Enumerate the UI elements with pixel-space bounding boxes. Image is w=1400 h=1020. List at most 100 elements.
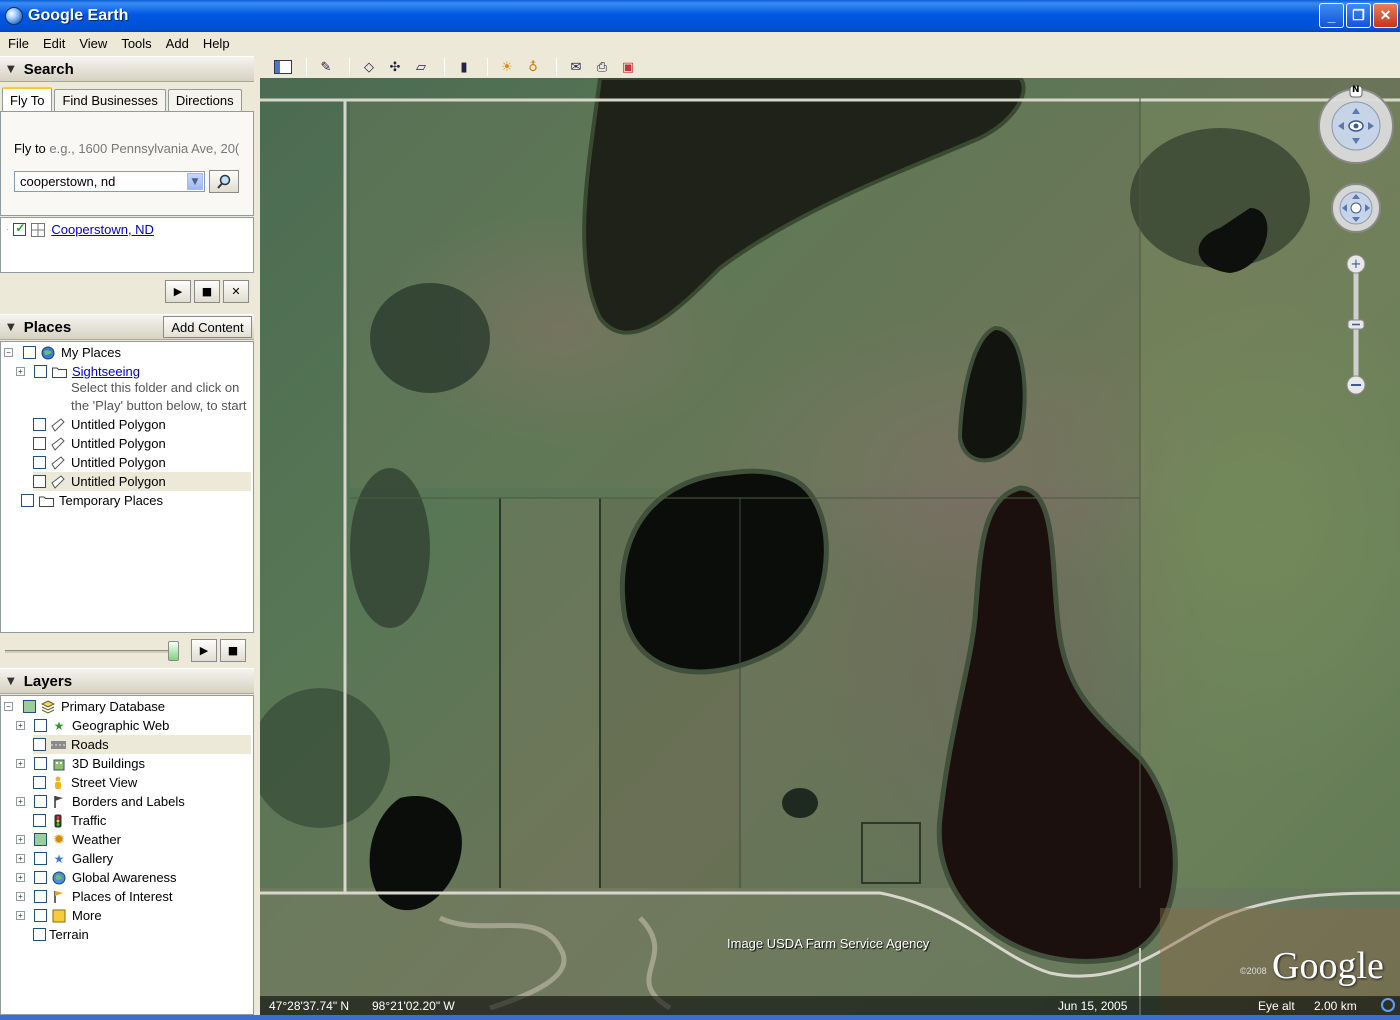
layer-row-3d-buildings[interactable]: + 3D Buildings <box>16 754 145 773</box>
checkbox[interactable] <box>21 494 34 507</box>
checkbox[interactable] <box>34 909 47 922</box>
tab-fly-to[interactable]: Fly To <box>2 87 53 111</box>
fly-to-input[interactable]: cooperstown, nd ▼ <box>14 171 205 192</box>
tree-label[interactable]: Sightseeing <box>72 364 140 379</box>
expand-icon[interactable]: + <box>16 721 25 730</box>
checkbox[interactable] <box>34 757 47 770</box>
collapse-icon[interactable]: − <box>4 702 13 711</box>
layer-row-traffic[interactable]: Traffic <box>33 811 106 830</box>
places-tree: − My Places + Sightseeing Select this fo… <box>0 341 254 633</box>
map-view[interactable]: N + Image USDA Farm Service Agency ©2008… <box>260 78 1400 1016</box>
tab-directions[interactable]: Directions <box>167 89 242 111</box>
layer-row-primary-database[interactable]: − Primary Database <box>4 697 165 716</box>
tab-find-businesses[interactable]: Find Businesses <box>54 89 166 111</box>
sidebar-toggle-icon[interactable] <box>272 57 294 77</box>
layers-panel-header[interactable]: ▼ Layers <box>0 668 254 694</box>
maps-icon[interactable]: ▣ <box>617 57 639 77</box>
checkbox[interactable] <box>33 418 46 431</box>
checkbox[interactable] <box>33 776 46 789</box>
maximize-button[interactable]: ❐ <box>1346 3 1371 28</box>
expand-icon[interactable]: + <box>16 854 25 863</box>
checkbox[interactable] <box>34 871 47 884</box>
tree-row-temporary-places[interactable]: Temporary Places <box>21 491 163 510</box>
menu-view[interactable]: View <box>79 36 107 51</box>
checkbox[interactable] <box>34 719 47 732</box>
expand-icon[interactable]: + <box>16 367 25 376</box>
add-placemark-icon[interactable]: ✎ <box>315 57 337 77</box>
checkbox[interactable] <box>33 814 46 827</box>
checkbox[interactable] <box>33 456 46 469</box>
add-overlay-icon[interactable]: ▱ <box>410 57 432 77</box>
layer-row-global-awareness[interactable]: + Global Awareness <box>16 868 177 887</box>
add-content-button[interactable]: Add Content <box>163 316 252 338</box>
planet-icon[interactable]: ♁ <box>522 57 544 77</box>
stop-button[interactable]: ■ <box>220 639 246 662</box>
play-button[interactable]: ▶ <box>165 280 191 303</box>
checkbox[interactable] <box>34 833 47 846</box>
list-item[interactable]: · Cooperstown, ND <box>6 220 154 239</box>
expand-icon[interactable]: + <box>16 759 25 768</box>
clear-button[interactable]: ✕ <box>223 280 249 303</box>
collapse-triangle-icon[interactable]: ▼ <box>7 322 15 333</box>
expand-icon[interactable]: + <box>16 911 25 920</box>
slider-track[interactable] <box>5 650 177 653</box>
ruler-icon[interactable]: ▮ <box>453 57 475 77</box>
layer-row-weather[interactable]: + ✹ Weather <box>16 830 121 849</box>
checkbox[interactable] <box>23 700 36 713</box>
add-path-icon[interactable]: ✣ <box>384 57 406 77</box>
checkbox[interactable] <box>23 346 36 359</box>
search-tabs: Fly To Find Businesses Directions <box>2 87 244 111</box>
search-panel-header[interactable]: ▼ Search <box>0 56 254 82</box>
expand-icon[interactable]: + <box>16 797 25 806</box>
email-icon[interactable]: ✉ <box>565 57 587 77</box>
stop-button[interactable]: ■ <box>194 280 220 303</box>
tree-row-polygon[interactable]: Untitled Polygon <box>33 415 166 434</box>
layer-row-more[interactable]: + More <box>16 906 102 925</box>
menu-add[interactable]: Add <box>166 36 189 51</box>
layer-row-terrain[interactable]: Terrain <box>33 925 89 944</box>
close-button[interactable]: ✕ <box>1373 3 1398 28</box>
layer-row-street-view[interactable]: Street View <box>33 773 137 792</box>
menu-file[interactable]: File <box>8 36 29 51</box>
checkbox[interactable] <box>33 928 46 941</box>
sunlight-icon[interactable]: ☀ <box>496 57 518 77</box>
play-button[interactable]: ▶ <box>191 639 217 662</box>
collapse-triangle-icon[interactable]: ▼ <box>7 676 15 687</box>
checkbox[interactable] <box>33 437 46 450</box>
slider-thumb[interactable] <box>168 641 179 661</box>
traffic-light-icon <box>50 813 66 829</box>
result-link[interactable]: Cooperstown, ND <box>51 222 154 237</box>
layer-row-geographic-web[interactable]: + ★ Geographic Web <box>16 716 169 735</box>
expand-icon[interactable]: + <box>16 892 25 901</box>
checkbox[interactable] <box>33 738 46 751</box>
menu-tools[interactable]: Tools <box>121 36 151 51</box>
collapse-triangle-icon[interactable]: ▼ <box>7 64 15 75</box>
places-panel-header[interactable]: ▼ Places Add Content <box>0 314 254 340</box>
add-polygon-icon[interactable]: ◇ <box>358 57 380 77</box>
result-checkbox[interactable] <box>13 221 27 236</box>
tree-row-polygon[interactable]: Untitled Polygon <box>33 472 251 491</box>
checkbox[interactable] <box>34 365 47 378</box>
minimize-button[interactable]: _ <box>1319 3 1344 28</box>
checkbox[interactable] <box>34 890 47 903</box>
tree-row-polygon[interactable]: Untitled Polygon <box>33 434 166 453</box>
checkbox[interactable] <box>34 795 47 808</box>
menu-edit[interactable]: Edit <box>43 36 65 51</box>
layer-row-borders-labels[interactable]: + Borders and Labels <box>16 792 185 811</box>
chevron-down-icon[interactable]: ▼ <box>187 173 203 190</box>
expand-icon[interactable]: + <box>16 873 25 882</box>
layer-row-gallery[interactable]: + ★ Gallery <box>16 849 113 868</box>
north-label[interactable]: N <box>1352 85 1360 95</box>
tree-row-polygon[interactable]: Untitled Polygon <box>33 453 166 472</box>
collapse-icon[interactable]: − <box>4 348 13 357</box>
print-icon[interactable]: ⎙ <box>591 57 613 77</box>
checkbox[interactable] <box>33 475 46 488</box>
fly-to-query[interactable]: cooperstown, nd <box>15 174 187 189</box>
checkbox[interactable] <box>34 852 47 865</box>
expand-icon[interactable]: + <box>16 835 25 844</box>
layer-row-places-of-interest[interactable]: + Places of Interest <box>16 887 172 906</box>
menu-help[interactable]: Help <box>203 36 230 51</box>
layer-row-roads[interactable]: Roads <box>33 735 251 754</box>
search-button[interactable] <box>209 170 239 193</box>
tree-row-my-places[interactable]: − My Places <box>4 343 121 362</box>
